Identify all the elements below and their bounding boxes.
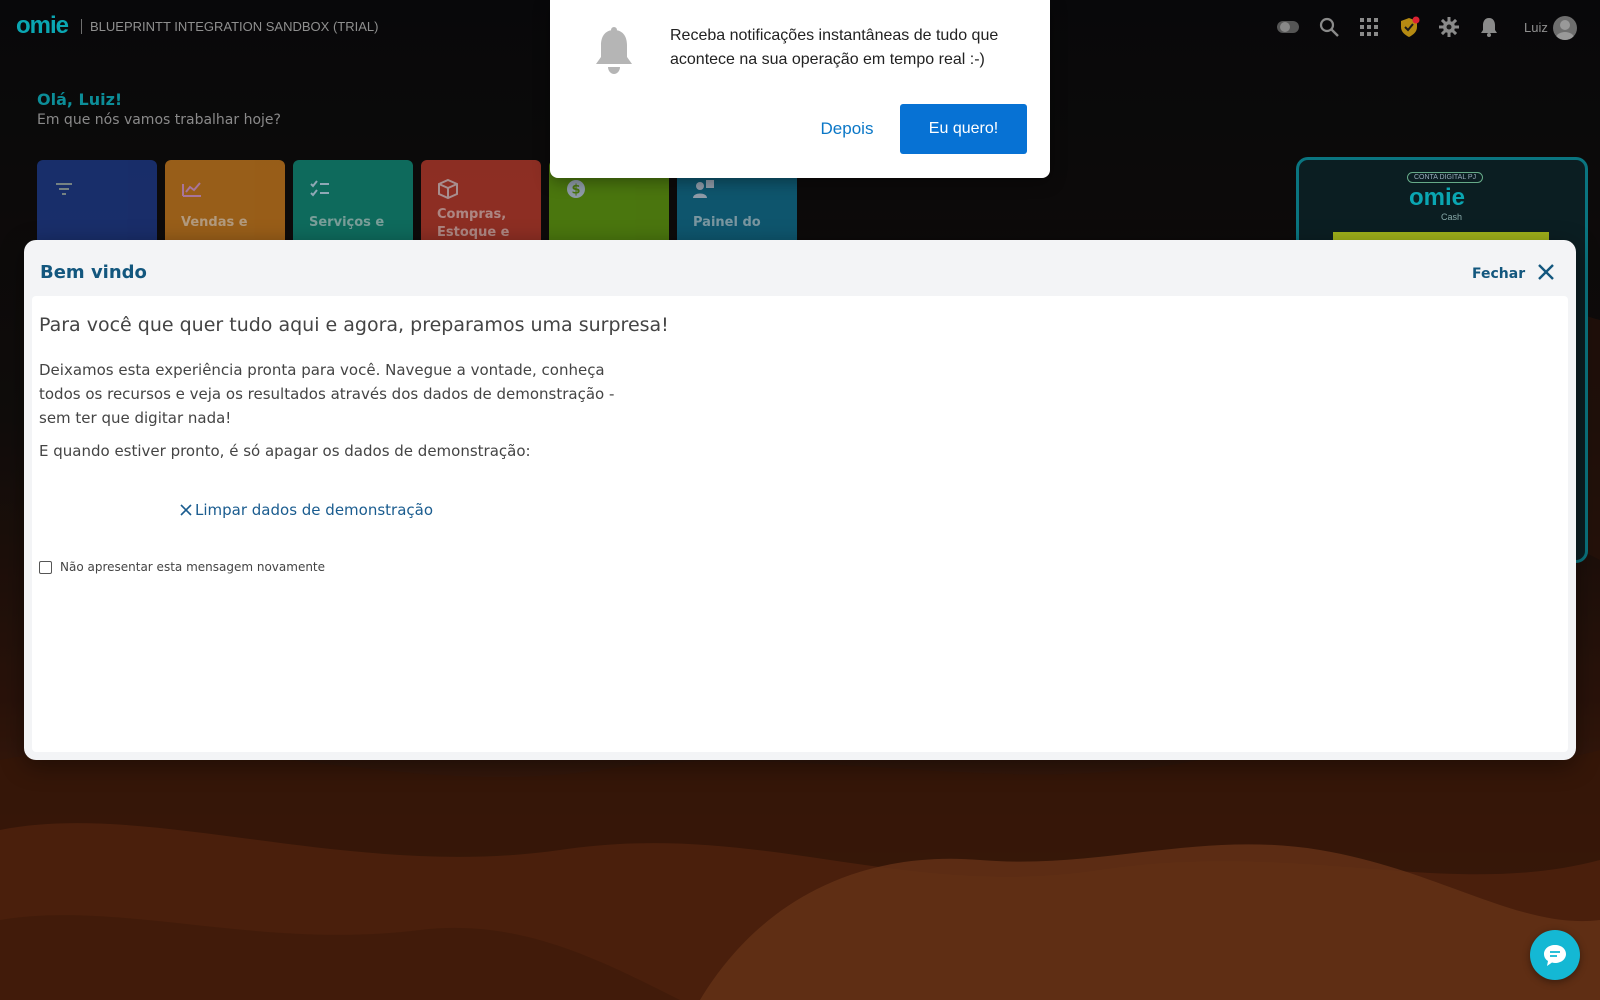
gear-icon[interactable] — [1438, 16, 1460, 38]
tile-sales[interactable]: Vendas e — [165, 160, 285, 250]
sales-chart-icon — [182, 182, 201, 197]
clear-x-icon — [180, 504, 192, 516]
tile-purchases[interactable]: Compras, Estoque e — [421, 160, 541, 250]
dont-show-again-checkbox[interactable]: Não apresentar esta mensagem novamente — [39, 560, 325, 574]
user-avatar-icon — [1556, 20, 1574, 40]
dollar-icon: $ — [567, 180, 585, 198]
clear-demo-data-label: Limpar dados de demonstração — [195, 501, 434, 519]
chat-support-button[interactable] — [1530, 930, 1580, 980]
bell-icon[interactable] — [1478, 16, 1500, 38]
later-button[interactable]: Depois — [790, 104, 904, 154]
svg-text:$: $ — [571, 183, 580, 198]
welcome-modal: Bem vindo Fechar Para você que quer tudo… — [24, 240, 1576, 760]
modal-paragraph: Deixamos esta experiência pronta para vo… — [39, 361, 615, 427]
logo-separator — [81, 19, 82, 34]
omie-logo[interactable]: omie — [16, 12, 69, 40]
filter-icon — [56, 183, 72, 195]
user-panel-icon — [693, 180, 714, 198]
bell-icon — [596, 27, 632, 74]
avatar[interactable] — [1553, 16, 1577, 40]
checklist-icon — [310, 180, 329, 197]
company-name[interactable]: BLUEPRINTT INTEGRATION SANDBOX (TRIAL) — [90, 19, 378, 34]
modal-paragraph: E quando estiver pronto, é só apagar os … — [39, 442, 531, 460]
tile-label: Painel do — [693, 215, 761, 230]
clear-demo-data-link[interactable]: Limpar dados de demonstração — [180, 501, 433, 519]
promo-logo: omie — [1409, 184, 1466, 211]
tile-label: Serviços e — [309, 215, 385, 230]
security-shield-icon[interactable] — [1398, 16, 1420, 38]
apps-grid-icon[interactable] — [1358, 16, 1380, 38]
accept-notifications-button[interactable]: Eu quero! — [900, 104, 1027, 154]
box-icon — [438, 178, 458, 200]
modal-title: Bem vindo — [40, 262, 147, 283]
close-icon[interactable] — [1534, 260, 1558, 284]
greeting-subtitle: Em que nós vamos trabalhar hoje? — [37, 112, 281, 128]
promo-subtitle: Cash — [1441, 212, 1463, 222]
chat-bubble-icon — [1544, 945, 1566, 966]
modal-close-button[interactable]: Fechar — [1472, 266, 1525, 282]
greeting-hello: Olá, Luiz! — [37, 90, 123, 109]
modal-heading: Para você que quer tudo aqui e agora, pr… — [39, 314, 669, 336]
search-icon[interactable] — [1318, 16, 1340, 38]
dont-show-again-label: Não apresentar esta mensagem novamente — [60, 560, 326, 574]
notification-message: Receba notificações instantâneas de tudo… — [670, 27, 999, 68]
tile-filter[interactable] — [37, 160, 157, 250]
checkbox-box[interactable] — [39, 560, 52, 574]
tile-label: Compras, Estoque e — [437, 207, 510, 240]
modal-body: Para você que quer tudo aqui e agora, pr… — [32, 296, 1568, 752]
notification-popup: Receba notificações instantâneas de tudo… — [550, 0, 1050, 178]
theme-toggle-icon[interactable] — [1277, 16, 1299, 38]
tile-services[interactable]: Serviços e — [293, 160, 413, 250]
tile-label: Vendas e — [181, 215, 248, 230]
user-name[interactable]: Luiz — [1524, 20, 1548, 35]
promo-badge: CONTA DIGITAL PJ — [1407, 172, 1484, 183]
